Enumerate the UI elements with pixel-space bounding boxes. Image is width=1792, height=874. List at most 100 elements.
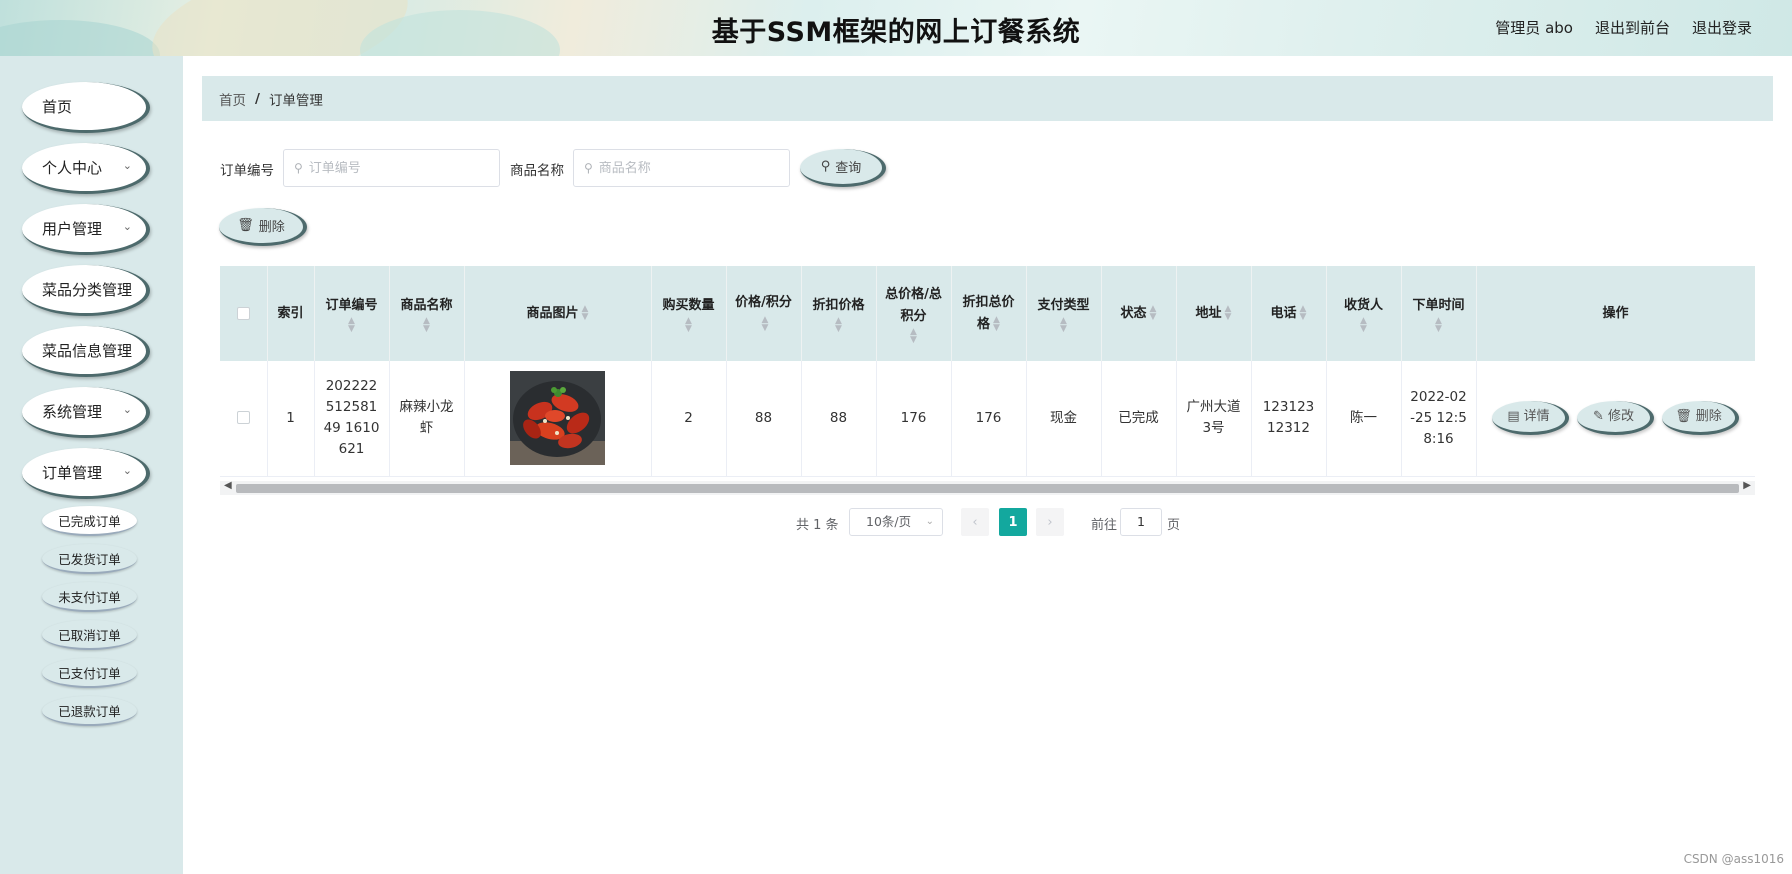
col-header-index: 索引 [267, 266, 315, 361]
cell-quantity: 2 [651, 361, 727, 477]
sidebar-subitem-refunded-orders[interactable]: 已退款订单 [42, 696, 137, 726]
sidebar-item-dish-info[interactable]: 菜品信息管理 [22, 326, 150, 377]
breadcrumb-separator: / [255, 90, 260, 107]
table-header-row: 索引 订单编号 ▲ ▼ 商品名称 ▲ ▼ 商品图片 ▲ ▼ 购买数量 ▲ ▼ 价格/积分▲ ▼ 折… [220, 266, 1755, 361]
sort-icon[interactable]: ▲ ▼ [1150, 305, 1157, 322]
sort-icon[interactable]: ▲ ▼ [808, 316, 870, 333]
table-horizontal-scrollbar[interactable]: ◀ ▶ [220, 480, 1755, 495]
sidebar-item-user-management[interactable]: 用户管理 ⌄ [22, 204, 150, 255]
cell-discount-total: 176 [951, 361, 1027, 477]
col-header-goods-name[interactable]: 商品名称 ▲ ▼ [389, 266, 465, 361]
col-header-order-no[interactable]: 订单编号 ▲ ▼ [314, 266, 390, 361]
next-page-button[interactable]: › [1036, 508, 1064, 536]
search-icon: ⚲ [820, 159, 831, 174]
scrollbar-thumb[interactable] [236, 484, 1739, 493]
sort-icon[interactable]: ▲ ▼ [396, 316, 458, 333]
prev-page-button[interactable]: ‹ [961, 508, 989, 536]
query-button-label: 查询 [835, 161, 862, 176]
sort-icon[interactable]: ▲ ▼ [762, 316, 769, 333]
col-header-discount-total[interactable]: 折扣总价格 ▲ ▼ [951, 266, 1027, 361]
sort-icon[interactable]: ▲ ▼ [1408, 316, 1470, 333]
batch-delete-button[interactable]: 🗑 删除 [219, 208, 307, 246]
sidebar-subitem-cancelled-orders[interactable]: 已取消订单 [42, 620, 137, 650]
col-header-total[interactable]: 总价格/总积分 ▲ ▼ [876, 266, 952, 361]
sort-icon[interactable]: ▲ ▼ [883, 327, 945, 344]
sidebar-item-label: 用户管理 [42, 219, 103, 238]
chevron-down-icon: ⌄ [122, 220, 132, 233]
sidebar-subitem-paid-orders[interactable]: 已支付订单 [42, 658, 137, 688]
sidebar-subitem-shipped-orders[interactable]: 已发货订单 [42, 544, 137, 574]
goto-suffix: 页 [1167, 518, 1181, 533]
sort-icon[interactable]: ▲ ▼ [1300, 305, 1307, 322]
search-icon: ⚲ [294, 161, 303, 175]
search-icon: ⚲ [584, 161, 593, 175]
col-header-receiver[interactable]: 收货人 ▲ ▼ [1326, 266, 1402, 361]
breadcrumb-home[interactable]: 首页 [219, 89, 246, 109]
col-header-label: 总价格/总积分 [885, 286, 942, 324]
page-number-current[interactable]: 1 [999, 508, 1027, 536]
edit-button[interactable]: ✎ 修改 [1577, 401, 1654, 436]
col-header-phone[interactable]: 电话 ▲ ▼ [1251, 266, 1327, 361]
sort-icon[interactable]: ▲ ▼ [1033, 316, 1095, 333]
sort-icon[interactable]: ▲ ▼ [658, 316, 720, 333]
sidebar-subitem-unpaid-orders[interactable]: 未支付订单 [42, 582, 137, 612]
col-header-pay-type[interactable]: 支付类型 ▲ ▼ [1026, 266, 1102, 361]
col-header-status[interactable]: 状态 ▲ ▼ [1101, 266, 1177, 361]
col-header-quantity[interactable]: 购买数量 ▲ ▼ [651, 266, 727, 361]
sidebar-item-system-management[interactable]: 系统管理 ⌄ [22, 387, 150, 438]
cell-actions: ▤ 详情 ✎ 修改 🗑 删除 [1476, 361, 1755, 477]
sidebar-item-personal-center[interactable]: 个人中心 ⌄ [22, 143, 150, 194]
top-links: 管理员 abo 退出到前台 退出登录 [1495, 17, 1752, 38]
sort-icon[interactable]: ▲ ▼ [1333, 316, 1395, 333]
goto-page-input[interactable]: 1 [1120, 508, 1162, 536]
scroll-right-icon[interactable]: ▶ [1743, 480, 1751, 491]
sidebar-item-dish-category[interactable]: 菜品分类管理 [22, 265, 150, 316]
page-size-select[interactable]: 10条/页 ⌄ [849, 508, 943, 536]
detail-button[interactable]: ▤ 详情 [1492, 401, 1569, 436]
trash-icon: 🗑 [1675, 409, 1692, 425]
chevron-down-icon: ⌄ [122, 159, 132, 172]
col-header-label: 折扣总价格 [962, 294, 1015, 332]
col-header-order-time[interactable]: 下单时间 ▲ ▼ [1401, 266, 1477, 361]
col-header-address[interactable]: 地址 ▲ ▼ [1176, 266, 1252, 361]
order-no-input[interactable] [308, 160, 479, 176]
cell-discount-price: 88 [801, 361, 877, 477]
query-button[interactable]: ⚲ 查询 [800, 149, 886, 187]
sidebar-item-label: 首页 [42, 97, 73, 116]
col-header-goods-image[interactable]: 商品图片 ▲ ▼ [464, 266, 652, 361]
breadcrumb: 首页 / 订单管理 [202, 76, 1773, 121]
current-user: 管理员 abo [1495, 19, 1573, 37]
goods-name-input[interactable] [598, 160, 769, 176]
chevron-up-icon: ⌄ [122, 464, 132, 477]
cell-goods-image [464, 361, 652, 477]
page-size-value: 10条/页 [866, 514, 912, 529]
row-checkbox[interactable] [236, 411, 250, 425]
goods-name-label: 商品名称 [510, 163, 564, 179]
order-no-search-field[interactable]: ⚲ [283, 149, 500, 187]
row-delete-label: 删除 [1695, 409, 1722, 425]
sidebar-item-order-management[interactable]: 订单管理 ⌄ [22, 448, 150, 499]
logout-link[interactable]: 退出登录 [1692, 17, 1752, 38]
sort-icon[interactable]: ▲ ▼ [1225, 305, 1232, 322]
row-delete-button[interactable]: 🗑 删除 [1662, 401, 1739, 436]
col-header-label: 商品名称 [400, 297, 453, 313]
breadcrumb-current: 订单管理 [268, 92, 323, 109]
sidebar-subitem-completed-orders[interactable]: 已完成订单 [42, 506, 137, 536]
col-header-actions: 操作 [1476, 266, 1755, 361]
col-header-label: 地址 [1195, 305, 1222, 321]
col-header-label: 商品图片 [526, 305, 579, 321]
sort-icon[interactable]: ▲ ▼ [993, 316, 1000, 333]
col-header-price[interactable]: 价格/积分 ▲ ▼ [726, 266, 802, 361]
sort-icon[interactable]: ▲ ▼ [582, 305, 589, 322]
sidebar-item-home[interactable]: 首页 [22, 82, 150, 133]
scroll-left-icon[interactable]: ◀ [224, 480, 232, 491]
select-all-checkbox[interactable] [236, 306, 250, 320]
col-header-discount-price[interactable]: 折扣价格 ▲ ▼ [801, 266, 877, 361]
sort-icon[interactable]: ▲ ▼ [321, 316, 383, 333]
col-header-label: 收货人 [1343, 297, 1383, 313]
col-header-label: 价格/积分 [735, 294, 792, 310]
detail-button-label: 详情 [1523, 409, 1550, 425]
back-to-front-link[interactable]: 退出到前台 [1595, 17, 1670, 38]
goods-name-search-field[interactable]: ⚲ [573, 149, 790, 187]
sidebar-item-label: 系统管理 [42, 402, 103, 421]
